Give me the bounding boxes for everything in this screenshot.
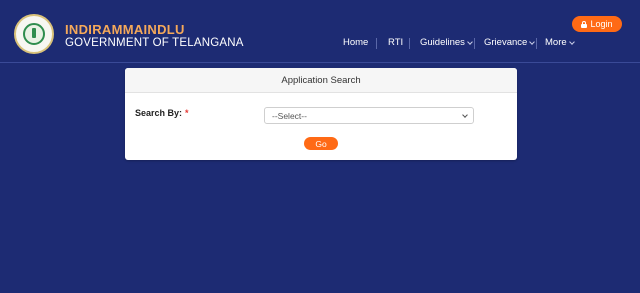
go-button[interactable]: Go: [304, 137, 338, 150]
nav-divider: [376, 38, 377, 49]
nav-item-label: Home: [343, 37, 369, 48]
nav-item-label: More: [545, 37, 567, 48]
page: INDIRAMMAINDLU GOVERNMENT OF TELANGANA L…: [0, 0, 640, 293]
nav-divider: [409, 38, 410, 49]
lock-icon: [581, 20, 588, 28]
chevron-down-icon: [568, 38, 575, 45]
nav-item-label: Grievance: [484, 37, 528, 48]
nav-item-grievance[interactable]: Grievance: [484, 37, 536, 48]
chevron-down-icon: [462, 112, 468, 118]
required-marker: *: [185, 108, 189, 118]
card-title: Application Search: [125, 68, 517, 93]
brand-title[interactable]: INDIRAMMAINDLU: [65, 22, 185, 37]
search-by-label: Search By: *: [135, 108, 189, 118]
application-search-card: Application Search Search By: * --Select-…: [125, 68, 517, 160]
main-nav: Home RTI Guidelines Grievance More: [0, 37, 640, 51]
login-button[interactable]: Login: [572, 16, 622, 32]
login-label: Login: [590, 19, 613, 29]
nav-item-home[interactable]: Home: [343, 37, 368, 48]
nav-divider: [536, 38, 537, 49]
chevron-down-icon: [529, 38, 536, 45]
nav-item-guidelines[interactable]: Guidelines: [420, 37, 473, 48]
nav-divider: [474, 38, 475, 49]
search-by-text: Search By:: [135, 108, 183, 118]
site-header: INDIRAMMAINDLU GOVERNMENT OF TELANGANA L…: [0, 0, 640, 63]
select-value: --Select--: [272, 110, 307, 121]
search-by-select[interactable]: --Select--: [264, 107, 474, 124]
nav-item-label: RTI: [388, 37, 404, 48]
nav-item-label: Guidelines: [420, 37, 465, 48]
nav-item-rti[interactable]: RTI: [388, 37, 403, 48]
chevron-down-icon: [467, 38, 473, 45]
nav-item-more[interactable]: More: [545, 37, 575, 48]
go-label: Go: [315, 138, 327, 149]
